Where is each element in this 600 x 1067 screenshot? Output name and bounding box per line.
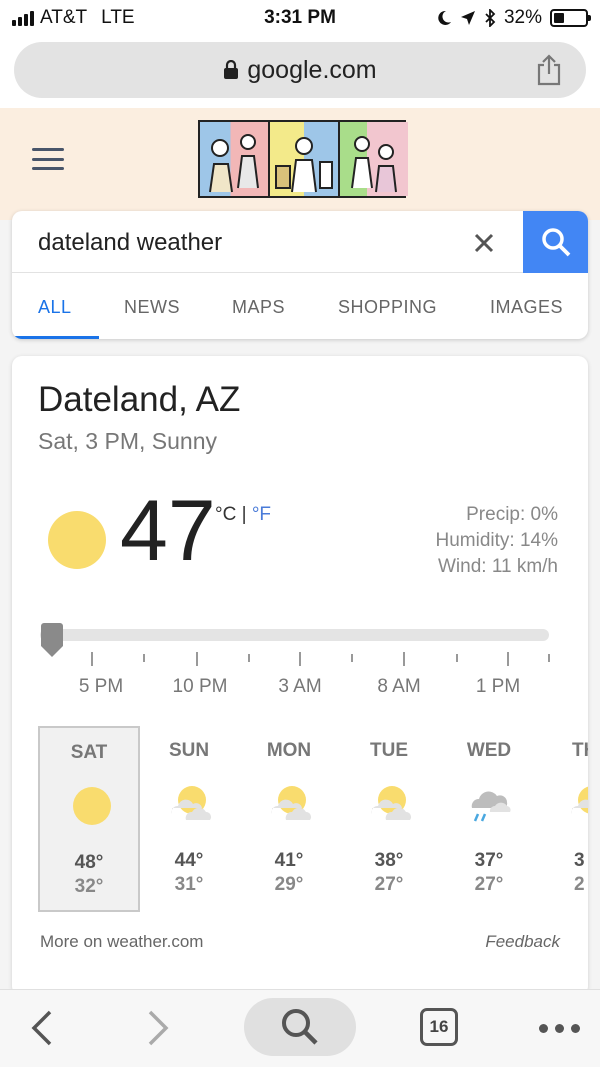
google-doodle[interactable] (198, 120, 408, 198)
status-bar: AT&T LTE 3:31 PM 32% (0, 0, 600, 36)
timeline-tick (143, 654, 145, 662)
forecast-day[interactable]: TH 3 2 (538, 726, 588, 912)
share-icon[interactable] (536, 54, 562, 86)
weather-card: Dateland, AZ Sat, 3 PM, Sunny 47 °C | °F… (12, 356, 588, 996)
forecast-low: 32° (74, 876, 104, 897)
forecast-low: 2 (574, 874, 585, 895)
search-row: dateland weather (12, 211, 588, 273)
partly-cloudy-icon (171, 786, 211, 820)
battery-icon (550, 9, 591, 27)
back-arrow-icon[interactable] (28, 1008, 56, 1048)
feedback-link[interactable]: Feedback (485, 932, 560, 952)
forecast-day-name: TH (572, 740, 588, 761)
forecast-high: 44° (174, 850, 204, 871)
tab-maps[interactable]: MAPS (232, 297, 285, 318)
more-options-icon[interactable] (539, 1024, 580, 1033)
forecast-day[interactable]: TUE 38° 27° (338, 726, 440, 912)
sunny-icon (48, 511, 106, 569)
wind-value: Wind: 11 km/h (437, 556, 558, 577)
precip-value: Precip: 0% (466, 504, 558, 525)
tab-news[interactable]: NEWS (124, 297, 180, 318)
timeline-label: 5 PM (78, 676, 124, 697)
timeline-label: 8 AM (377, 676, 421, 697)
timeline-tick (299, 652, 301, 666)
browser-url-area: google.com (0, 36, 600, 108)
partly-cloudy-icon (271, 786, 311, 820)
timeline-tick (507, 652, 509, 666)
search-input[interactable]: dateland weather (38, 229, 222, 257)
browser-toolbar: 16 (0, 989, 600, 1067)
forecast-day-name: SAT (70, 742, 108, 763)
forecast-day[interactable]: MON 41° 29° (238, 726, 340, 912)
timeline-tick (248, 654, 250, 662)
url-text: google.com (247, 56, 377, 84)
timeline-tick (548, 654, 550, 662)
search-icon (541, 228, 570, 257)
forecast-day[interactable]: SUN 44° 31° (138, 726, 240, 912)
timeline-label: 1 PM (475, 676, 521, 697)
tab-all[interactable]: ALL (38, 297, 72, 318)
unit-toggle: °C | °F (215, 504, 271, 526)
forecast-high: 48° (74, 852, 104, 873)
lock-icon (224, 60, 239, 79)
hourly-slider-track[interactable] (40, 629, 549, 641)
timeline-tick (196, 652, 198, 666)
forecast-low: 27° (374, 874, 404, 895)
more-weather-link[interactable]: More on weather.com (40, 932, 203, 952)
current-temperature: 47 (120, 483, 216, 579)
forecast-high: 3 (574, 850, 585, 871)
weather-location: Dateland, AZ (38, 380, 241, 419)
timeline-tick (91, 652, 93, 666)
timeline-label: 3 AM (278, 676, 322, 697)
partly-cloudy-icon (571, 786, 588, 814)
search-button[interactable] (523, 211, 588, 273)
weather-details: Precip: 0% Humidity: 14% Wind: 11 km/h (436, 502, 559, 580)
search-icon (282, 1009, 318, 1045)
forecast-low: 31° (174, 874, 204, 895)
partly-cloudy-icon (371, 786, 411, 820)
daily-forecast: SAT 48° 32° SUN 44° 31° MON 41° 29° TUE … (38, 726, 588, 912)
timeline-tick (403, 652, 405, 666)
forecast-high: 38° (374, 850, 404, 871)
active-tab-indicator (12, 336, 99, 339)
forecast-high: 37° (474, 850, 504, 871)
forecast-day[interactable]: WED 37° 27° (438, 726, 540, 912)
forecast-high: 41° (274, 850, 304, 871)
sunny-icon (73, 787, 111, 825)
forecast-day-name: TUE (370, 740, 408, 761)
unit-celsius[interactable]: °C (215, 504, 236, 525)
forecast-day-name: SUN (168, 740, 210, 761)
timeline-label: 10 PM (172, 676, 228, 697)
humidity-value: Humidity: 14% (435, 530, 559, 551)
rain-icon (471, 791, 511, 822)
search-tabs: ALL NEWS MAPS SHOPPING IMAGES (12, 273, 588, 339)
forecast-low: 27° (474, 874, 504, 895)
timeline-tick (351, 654, 353, 662)
tab-shopping[interactable]: SHOPPING (338, 297, 437, 318)
battery-percent: 32% (503, 7, 542, 28)
unit-separator: | (236, 504, 252, 525)
google-header (0, 108, 600, 220)
bluetooth-icon (485, 9, 496, 27)
unit-fahrenheit[interactable]: °F (252, 504, 271, 525)
tab-images[interactable]: IMAGES (490, 297, 563, 318)
forecast-day[interactable]: SAT 48° 32° (38, 726, 140, 912)
forecast-low: 29° (274, 874, 304, 895)
location-arrow-icon (460, 11, 475, 25)
url-bar[interactable]: google.com (14, 42, 586, 98)
forecast-day-name: WED (466, 740, 512, 761)
forward-arrow-icon[interactable] (144, 1008, 172, 1048)
weather-subtitle: Sat, 3 PM, Sunny (38, 428, 217, 454)
search-box: dateland weather ALL NEWS MAPS SHOPPING … (12, 211, 588, 339)
hamburger-menu-icon[interactable] (32, 148, 64, 170)
forecast-day-name: MON (266, 740, 312, 761)
timeline-tick (456, 654, 458, 662)
moon-icon (438, 10, 451, 25)
clear-icon[interactable] (470, 229, 498, 257)
hourly-slider-handle[interactable] (39, 622, 65, 658)
mobile-screen: AT&T LTE 3:31 PM 32% google.com dateland… (0, 0, 600, 1067)
tabs-count-button[interactable]: 16 (420, 1008, 458, 1046)
toolbar-search-button[interactable] (244, 998, 356, 1056)
